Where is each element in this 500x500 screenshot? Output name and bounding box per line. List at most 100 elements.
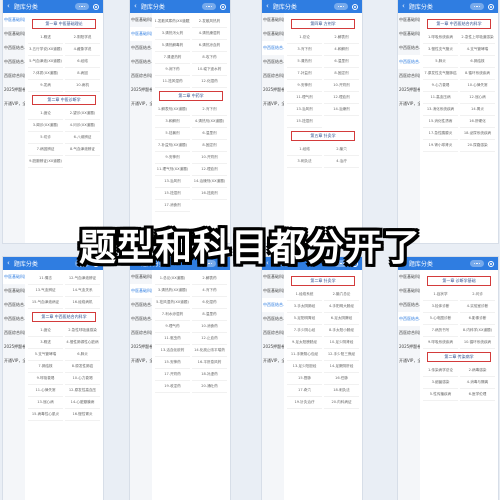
topic-item[interactable]: 18.泌尿系统疾病	[460, 128, 495, 140]
sidebar-item[interactable]: 中医基础科目1	[398, 13, 420, 27]
topic-item[interactable]: 5.祛暑剂	[155, 128, 190, 140]
topic-item[interactable]: 4.消毒与隔离	[460, 377, 495, 389]
topic-item[interactable]: 1.绪论	[28, 108, 63, 120]
sidebar-item[interactable]: 开通VIP，全...	[398, 354, 420, 368]
topic-item[interactable]: 2.腧穴总论	[324, 289, 359, 301]
topic-item[interactable]: 11.驱虫药	[155, 333, 190, 345]
topic-item[interactable]: 8.固涩剂	[324, 68, 359, 80]
sidebar-item[interactable]: 2025押题卷	[130, 340, 152, 354]
topic-item[interactable]: 7.补益剂(XX道题)	[155, 140, 190, 152]
sidebar-item[interactable]: 开通VIP，全...	[262, 97, 284, 111]
topic-item[interactable]: 9.安神剂	[287, 80, 322, 92]
sidebar-item[interactable]: 开通VIP，全...	[130, 97, 152, 111]
sidebar-item[interactable]: 中医基础科目2	[130, 27, 152, 41]
topic-item[interactable]: 14.心脏瓣膜病	[65, 397, 100, 409]
topic-item[interactable]: 20.涌吐药	[192, 381, 227, 393]
topic-item[interactable]: 18.补虚药	[192, 369, 227, 381]
topic-item[interactable]: 3.慢性支气管炎	[423, 44, 458, 56]
topic-item[interactable]: 8.固涩剂	[192, 140, 227, 152]
topic-item[interactable]: 2.急性呼吸道感染	[65, 325, 100, 337]
more-menu-icon[interactable]	[75, 3, 89, 10]
topic-item[interactable]: 8.攻下药	[192, 52, 227, 64]
sidebar-item[interactable]: 西医综合科目	[130, 326, 152, 340]
sidebar-item[interactable]: 中西医结合..	[262, 55, 284, 69]
topic-item[interactable]: 14.治燥剂(XX道题)	[192, 176, 227, 188]
topic-item[interactable]: 5.清热解毒药	[155, 40, 190, 52]
topic-item[interactable]: 2.阴阳学说	[65, 32, 100, 44]
topic-item[interactable]: 6.肺炎	[65, 349, 100, 361]
topic-item[interactable]: 3.泻下剂	[287, 44, 322, 56]
topic-item[interactable]: 11.情志	[28, 273, 63, 285]
topic-item[interactable]: 1.总论(XX道题)	[155, 273, 190, 285]
topic-item[interactable]: 17.开窍药	[155, 369, 190, 381]
sidebar-item[interactable]: 开通VIP，全...	[3, 354, 25, 368]
sidebar-item[interactable]: 中西医结合..	[130, 312, 152, 326]
more-menu-icon[interactable]	[470, 3, 484, 10]
topic-item[interactable]: 7.利水渗湿药	[155, 309, 190, 321]
topic-item[interactable]: 9.脏腑辨证(XX道题)	[28, 156, 63, 168]
sidebar-item[interactable]: 2025押题卷	[262, 340, 284, 354]
topic-item[interactable]: 12.理血剂	[324, 92, 359, 104]
topic-item[interactable]: 6.清热凉血药	[192, 40, 227, 52]
topic-item[interactable]: 14.足厥阴肝经	[324, 361, 359, 373]
topic-item[interactable]: 13.冠心病	[28, 397, 63, 409]
sidebar-item[interactable]: 中医基础科目2	[262, 27, 284, 41]
topic-item[interactable]: 2.望诊(XX道题)	[65, 108, 100, 120]
topic-item[interactable]: 6.肺结核	[460, 56, 495, 68]
topic-item[interactable]: 3.闻诊(XX道题)	[28, 120, 63, 132]
close-target-icon[interactable]	[488, 3, 494, 10]
topic-item[interactable]: 1.经络	[287, 144, 322, 156]
sidebar-item[interactable]: 中医基础科目2	[130, 284, 152, 298]
sidebar-item[interactable]: 2025押题卷	[398, 83, 420, 97]
topic-item[interactable]: 8.病因	[65, 68, 100, 80]
more-menu-icon[interactable]	[202, 3, 216, 10]
topic-item[interactable]: 11.理气剂(XX道题)	[155, 164, 190, 176]
topic-item[interactable]: 6.影像诊断	[460, 313, 495, 325]
sidebar-item[interactable]: 中西医结合..	[398, 312, 420, 326]
topic-item[interactable]: 4.治疗	[324, 156, 359, 168]
sidebar-item[interactable]: 中医基础科目1	[3, 13, 25, 27]
topic-item[interactable]: 12.止血药	[192, 333, 227, 345]
sidebar-item[interactable]: 开通VIP，全...	[398, 97, 420, 111]
topic-item[interactable]: 7.手少阴心经	[287, 325, 322, 337]
sidebar-item[interactable]: 西医综合科目	[262, 69, 284, 83]
topic-item[interactable]: 4.清热剂(XX道题)	[192, 116, 227, 128]
topic-item[interactable]: 1.总论	[287, 32, 322, 44]
topic-item[interactable]: 13.消化系统疾病	[423, 104, 458, 116]
topic-item[interactable]: 16.经络病机	[65, 297, 100, 309]
topic-item[interactable]: 10.心力衰竭	[65, 373, 100, 385]
topic-item[interactable]: 5.祛风湿药(XX道题)	[155, 297, 190, 309]
topic-item[interactable]: 15.病毒性心肌炎	[28, 409, 63, 421]
topic-item[interactable]: 10.循环系统疾病	[460, 337, 495, 349]
topic-item[interactable]: 7.补益剂	[287, 68, 322, 80]
topic-item[interactable]: 3.手太阴肺经	[287, 301, 322, 313]
more-menu-icon[interactable]	[334, 3, 348, 10]
topic-item[interactable]: 13.足少阳胆经	[287, 361, 322, 373]
topic-item[interactable]: 17.急性胰腺炎	[423, 128, 458, 140]
topic-item[interactable]: 9.安神剂	[155, 152, 190, 164]
topic-item[interactable]: 6.八纲辨证	[65, 132, 100, 144]
topic-item[interactable]: 8.循环系统疾病	[460, 68, 495, 80]
topic-item[interactable]: 2.发散风热药	[192, 16, 227, 28]
topic-item[interactable]: 12.冠心病	[460, 92, 495, 104]
topic-item[interactable]: 11.高血压病	[423, 92, 458, 104]
sidebar-item[interactable]: 中西医结合..	[262, 312, 284, 326]
sidebar-item[interactable]: 中医基础科目2	[262, 284, 284, 298]
topic-item[interactable]: 5.支气管哮喘	[28, 349, 63, 361]
topic-item[interactable]: 7.体质(XX道题)	[28, 68, 63, 80]
topic-item[interactable]: 4.问诊(XX道题)	[65, 120, 100, 132]
topic-item[interactable]: 6.足太阴脾经	[324, 313, 359, 325]
topic-item[interactable]: 3.概述	[28, 337, 63, 349]
topic-item[interactable]: 14.气血关系	[65, 285, 100, 297]
topic-item[interactable]: 7.肺结核	[28, 361, 63, 373]
topic-item[interactable]: 12.气血津液辨证	[65, 273, 100, 285]
topic-item[interactable]: 5.性传播疾病	[423, 389, 458, 401]
sidebar-item[interactable]: 中医基础科目1	[398, 270, 420, 284]
sidebar-item[interactable]: 2025押题卷	[262, 83, 284, 97]
topic-item[interactable]: 11.手厥阴心包经	[287, 349, 322, 361]
sidebar-item[interactable]: 中医基础科目1	[130, 270, 152, 284]
sidebar-item[interactable]: 中西医结合..	[3, 298, 25, 312]
sidebar-item[interactable]: 开通VIP，全...	[130, 354, 152, 368]
topic-item[interactable]: 16.肝硬化	[460, 116, 495, 128]
back-arrow-icon[interactable]: ‹	[7, 3, 10, 10]
